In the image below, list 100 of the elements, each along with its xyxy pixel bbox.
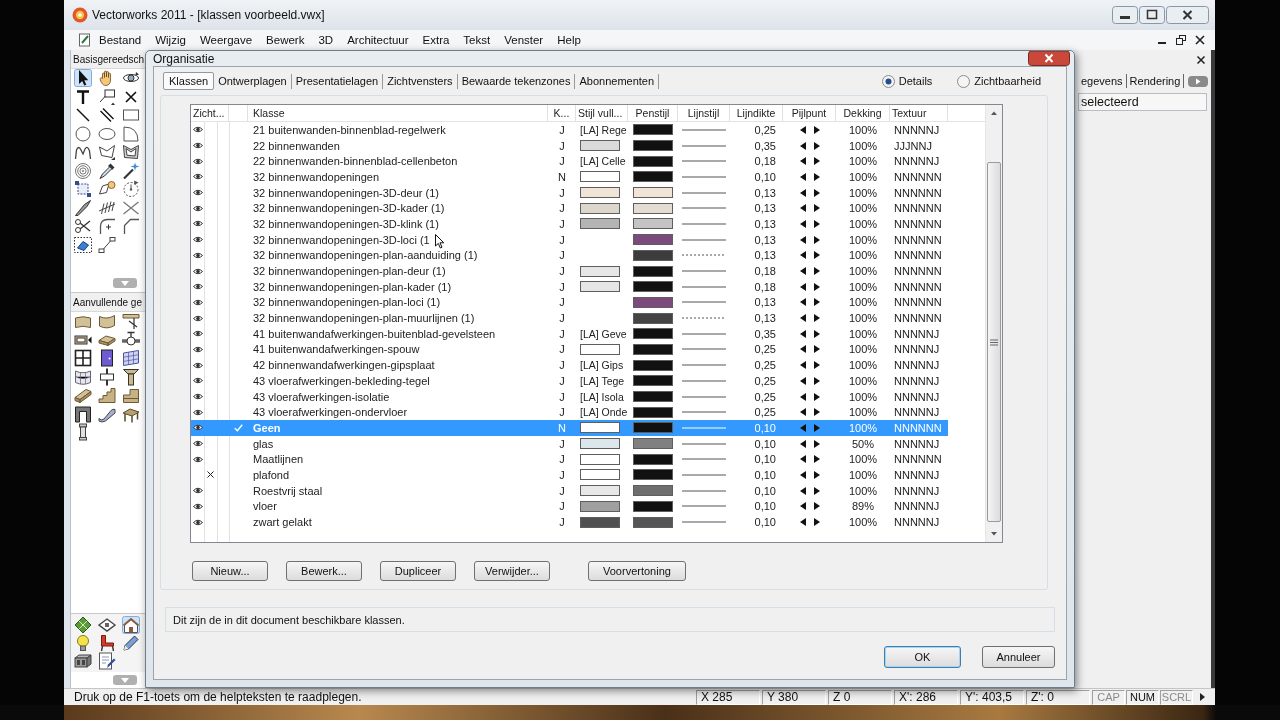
light-bulb-icon[interactable] (74, 634, 92, 652)
radio-icon[interactable] (881, 74, 895, 88)
close-icon[interactable] (1195, 35, 1205, 45)
table-row[interactable]: 32 binnenwandopeningen-3D-kader (1) J 0,13 100% NNNNNN (191, 200, 948, 217)
eye-icon[interactable] (192, 251, 203, 259)
dialog-tab[interactable]: Ontwerplagen (214, 73, 292, 89)
column-header[interactable]: K... (548, 105, 576, 121)
dashed-square-icon[interactable] (74, 180, 92, 199)
eye-icon[interactable] (192, 487, 203, 495)
menu-item[interactable]: Bestand (92, 34, 149, 46)
stairs-icon[interactable] (98, 386, 116, 405)
view-option-radio[interactable]: Details (881, 74, 933, 88)
dialog-button[interactable]: OK (884, 646, 961, 668)
eye-icon[interactable] (192, 502, 203, 510)
table-row[interactable]: 43 vloerafwerkingen-isolatie J [LA] Isola 0,25 100% NNNNNJ (191, 388, 948, 405)
eye-icon[interactable] (192, 314, 203, 322)
pipe-valve-icon[interactable] (122, 330, 140, 349)
curved-wall-icon[interactable] (98, 312, 116, 331)
eye-icon[interactable] (192, 142, 203, 150)
table-row[interactable]: glas J 0,10 50% NNNNNJ (191, 435, 948, 452)
eye-icon[interactable] (192, 189, 203, 197)
maximize-icon[interactable] (1139, 6, 1165, 24)
column-capital-icon[interactable] (122, 367, 140, 386)
table-row[interactable]: 32 binnenwandopeningen-plan-aanduiding (1) J 0,13 100% NNNNNN (191, 247, 948, 264)
column-header[interactable]: Pijlpunt (783, 105, 836, 121)
cross-icon[interactable] (207, 471, 214, 479)
dialog-tab[interactable]: Bewaarde tekenzones (457, 73, 576, 89)
eye-icon[interactable] (192, 220, 203, 228)
action-button[interactable]: Verwijder... (474, 561, 550, 581)
table-row[interactable]: Maatlijnen J 0,10 100% NNNNNN (191, 451, 948, 468)
document-icon[interactable] (78, 33, 92, 47)
table-row[interactable]: 32 binnenwandopeningen-plan-kader (1) J 0,18 100% NNNNNN (191, 278, 948, 295)
minimize-icon[interactable] (1112, 6, 1138, 24)
table-row[interactable]: 32 binnenwandopeningen-plan-loci (1) J 0,13 100% NNNNNN (191, 294, 948, 311)
table-row[interactable]: 32 binnenwandopeningen-3D-loci (1 J 0,13 100% NNNNNN (191, 231, 948, 248)
eye-icon[interactable] (192, 126, 203, 134)
grid-panel-icon[interactable] (122, 349, 140, 368)
eye-icon[interactable] (192, 361, 203, 369)
pencil-icon[interactable] (122, 634, 140, 652)
action-button[interactable]: Voorvertoning (588, 561, 686, 581)
eye-icon[interactable] (192, 204, 203, 212)
chair-icon[interactable] (98, 634, 116, 652)
column-header[interactable]: Lijnstijl (678, 105, 730, 121)
eye-icon[interactable] (192, 393, 203, 401)
polygon-icon[interactable] (98, 143, 116, 162)
dialog-tab[interactable]: Abonnementen (575, 73, 660, 89)
column-header[interactable]: Lijndikte (730, 105, 783, 121)
table-row[interactable]: 43 vloerafwerkingen-ondervloer J [LA] Onde 0,25 100% NNNNNJ (191, 404, 948, 421)
table-row[interactable]: 41 buitenwandafwerkingen-buitenblad-gevelsteen J [LA] Geve 0,35 100% NNNNNJ (191, 325, 948, 342)
table-row[interactable]: 32 binnenwandopeningen-plan-muurlijnen (1) J 0,13 100% NNNNNN (191, 310, 948, 326)
restore-icon[interactable] (1176, 35, 1186, 45)
column-header[interactable]: Penstijl (628, 105, 678, 121)
menu-item[interactable]: Bewerk (259, 34, 312, 46)
eye-icon[interactable] (192, 157, 203, 165)
dialog-tab[interactable]: Zichtvensters (383, 73, 458, 89)
scissors-icon[interactable] (74, 217, 92, 236)
eye-icon[interactable] (192, 298, 203, 306)
column-header[interactable]: Stijl vull... (576, 105, 628, 121)
chamfer-icon[interactable] (122, 217, 140, 236)
menu-item[interactable]: Wijzig (148, 34, 193, 46)
magic-wand-icon[interactable] (122, 161, 140, 180)
menu-item[interactable]: Weergave (192, 34, 260, 46)
brick-block-icon[interactable] (74, 652, 92, 670)
rotate-icon[interactable] (122, 180, 140, 199)
column-header[interactable]: Textuur (890, 105, 948, 121)
view-option-radio[interactable]: Zichtbaarheid (957, 74, 1041, 88)
close-icon[interactable] (1197, 56, 1205, 64)
table-row[interactable]: Roestvrij staal J 0,10 100% NNNNNJ (191, 482, 948, 499)
eye-icon[interactable] (192, 330, 203, 338)
action-button[interactable]: Bewerk... (286, 561, 362, 581)
close-icon[interactable] (1166, 6, 1209, 24)
menu-item[interactable]: Tekst (456, 34, 498, 46)
menu-item[interactable]: Help (550, 34, 588, 46)
callout-icon[interactable] (98, 87, 116, 106)
eye-icon[interactable] (192, 408, 203, 416)
text-tool-icon[interactable] (74, 87, 92, 106)
table-row[interactable]: plafond J 0,10 100% NNNNNJ (191, 467, 948, 483)
info-tab[interactable]: egevens (1078, 74, 1127, 88)
eye-icon[interactable] (192, 440, 203, 448)
table-row[interactable]: 32 binnenwandopeningen N 0,10 100% NNNNNN (191, 169, 948, 185)
eyedropper-icon[interactable] (98, 161, 116, 180)
eye-icon[interactable] (192, 377, 203, 385)
table-row[interactable]: zwart gelakt J 0,10 100% NNNNNJ (191, 514, 948, 530)
right-arrow-icon[interactable] (1200, 693, 1205, 701)
scrollbar-thumb[interactable] (987, 162, 1001, 522)
close-icon[interactable] (1028, 51, 1070, 66)
joint-icon[interactable] (98, 367, 116, 386)
eye-icon[interactable] (192, 283, 203, 291)
column-header[interactable]: Dekking (836, 105, 890, 121)
eye-icon[interactable] (192, 424, 203, 432)
pointer-icon[interactable] (74, 69, 92, 88)
scrollbar[interactable] (985, 105, 1002, 542)
table-row[interactable]: 22 binnenwanden-binnenblad-cellenbeton J [LA] Celle 0,18 100% NNNNNJ (191, 153, 948, 170)
dialog-tab[interactable]: Klassen (163, 72, 215, 90)
menu-item[interactable]: Architectuur (340, 34, 416, 46)
concentric-circles-icon[interactable] (74, 161, 92, 180)
action-button[interactable]: Dupliceer (380, 561, 456, 581)
table-row[interactable]: 21 buitenwanden-binnenblad-regelwerk J [LA] Rege 0,25 100% NNNNNJ (191, 122, 948, 138)
curved-grid-icon[interactable] (74, 367, 92, 386)
double-polygon-icon[interactable] (122, 143, 140, 162)
